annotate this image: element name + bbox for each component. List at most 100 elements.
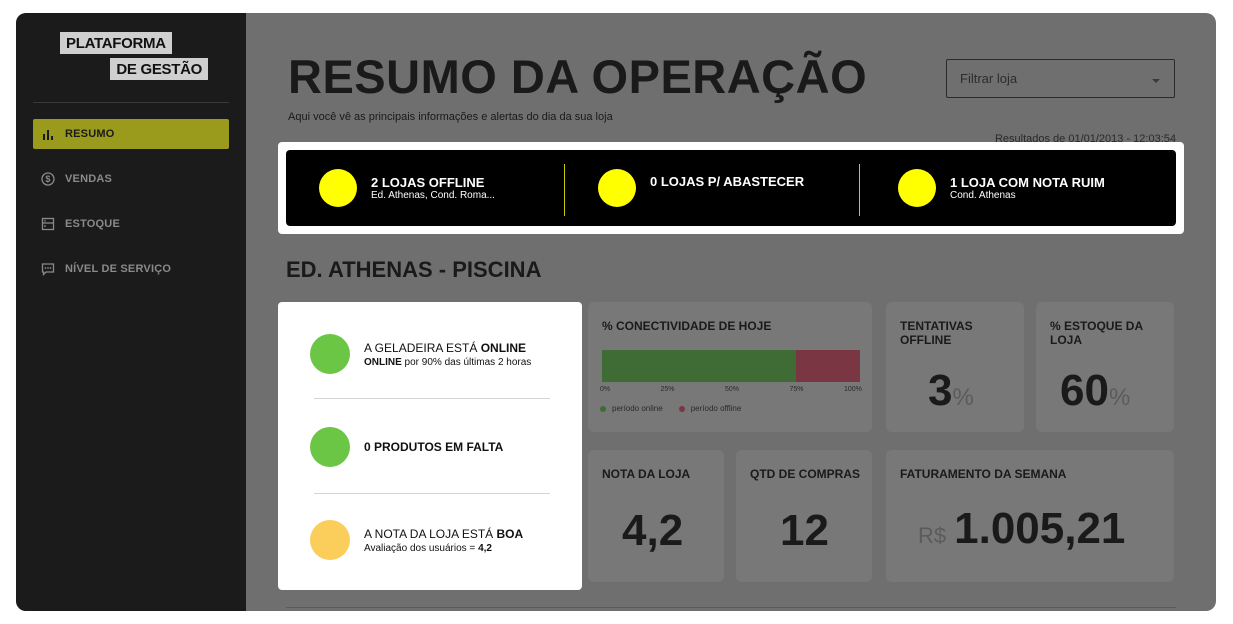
chart-tick-label: 100% (844, 386, 862, 393)
status-highlight: A GELADEIRA ESTÁ ONLINE ONLINE por 90% d… (278, 302, 582, 590)
card-label: % CONECTIVIDADE DE HOJE (602, 319, 772, 333)
page-subtitle: Aqui você vê as principais informações e… (288, 111, 613, 123)
status-products-title: 0 PRODUTOS EM FALTA (364, 440, 504, 454)
stock-value: 60 (1060, 366, 1109, 415)
logo-line-2: DE GESTÃO (110, 58, 208, 80)
chat-icon (41, 262, 55, 276)
status-fridge-sub-text: por 90% das últimas 2 horas (401, 356, 532, 368)
status-rating-sub-value: 4,2 (478, 542, 492, 554)
alert-dot-icon (598, 169, 636, 207)
alert-title: 0 LOJAS P/ ABASTECER (650, 174, 805, 189)
store-filter-placeholder: Filtrar loja (960, 71, 1018, 86)
alert-desc: Cond. Athenas (950, 190, 1016, 201)
status-ok-dot (310, 334, 350, 374)
status-products: 0 PRODUTOS EM FALTA (310, 427, 503, 467)
alert-offline-stores[interactable]: 2 LOJAS OFFLINE Ed. Athenas, Cond. Roma.… (319, 150, 495, 226)
revenue-value: 1.005,21 (954, 504, 1126, 553)
sidebar-item-label: ESTOQUE (65, 218, 120, 230)
status-fridge: A GELADEIRA ESTÁ ONLINE ONLINE por 90% d… (310, 334, 531, 374)
revenue-value-wrap: R$ 1.005,21 (918, 504, 1125, 554)
page-title: RESUMO DA OPERAÇÃO (288, 50, 868, 103)
card-stock: % ESTOQUE DA LOJA 60% (1036, 302, 1174, 432)
status-rating-prefix: A NOTA DA LOJA ESTÁ (364, 526, 497, 541)
app-window: PLATAFORMA DE GESTÃO RESUMO $ VENDAS EST… (16, 13, 1216, 611)
alert-dot-icon (319, 169, 357, 207)
bar-chart-icon (41, 127, 55, 141)
attempts-unit: % (952, 384, 974, 411)
store-name: ED. ATHENAS - PISCINA (286, 257, 542, 282)
stock-unit: % (1108, 384, 1131, 411)
chart-legend: período online período offline (600, 404, 741, 413)
sidebar-nav: RESUMO $ VENDAS ESTOQUE NÍVEL DE SERVIÇO (33, 119, 229, 299)
status-rating-sub: Avaliação dos usuários = 4,2 (364, 542, 523, 555)
card-label: NOTA DA LOJA (602, 467, 691, 481)
sidebar-item-label: VENDAS (65, 173, 113, 185)
dollar-circle-icon: $ (41, 172, 55, 186)
card-weekly-revenue: FATURAMENTO DA SEMANA R$ 1.005,21 (886, 450, 1174, 582)
bottom-divider (286, 607, 1176, 608)
chart-tick-label: 75% (789, 386, 804, 393)
status-divider (314, 398, 550, 399)
attempts-value: 3 (928, 366, 953, 415)
alert-desc: Ed. Athenas, Cond. Roma... (371, 190, 495, 201)
card-offline-attempts: TENTATIVAS OFFLINE 3% (886, 302, 1024, 432)
status-divider (314, 493, 550, 494)
status-rating-title: A NOTA DA LOJA ESTÁ BOA (364, 526, 523, 542)
logo[interactable]: PLATAFORMA DE GESTÃO (60, 32, 208, 88)
legend-offline-dot (678, 405, 685, 412)
sidebar-item-estoque[interactable]: ESTOQUE (33, 209, 229, 239)
card-label: % ESTOQUE DA LOJA (1050, 319, 1143, 347)
sidebar-item-nivel-de-servico[interactable]: NÍVEL DE SERVIÇO (33, 254, 229, 284)
card-store-rating: NOTA DA LOJA 4,2 (588, 450, 724, 582)
legend-offline-label: período offline (690, 404, 742, 413)
card-label: QTD DE COMPRAS (750, 467, 861, 481)
status-rating: A NOTA DA LOJA ESTÁ BOA Avaliação dos us… (310, 520, 523, 560)
sidebar-divider (33, 102, 229, 103)
sidebar-item-label: NÍVEL DE SERVIÇO (65, 263, 172, 275)
chart-bar-offline (795, 350, 860, 382)
rating-value: 4,2 (622, 506, 684, 555)
store-filter-select[interactable]: Filtrar loja (946, 59, 1175, 98)
status-fridge-sub: ONLINE por 90% das últimas 2 horas (364, 356, 531, 369)
card-label: FATURAMENTO DA SEMANA (900, 467, 1067, 481)
status-card: A GELADEIRA ESTÁ ONLINE ONLINE por 90% d… (286, 310, 574, 582)
status-rating-state: BOA (496, 526, 524, 541)
chart-tick-label: 0% (600, 386, 611, 393)
card-purchases: QTD DE COMPRAS 12 (736, 450, 872, 582)
fridge-icon (41, 217, 55, 231)
revenue-currency: R$ (918, 523, 947, 548)
status-ok-dot (310, 427, 350, 467)
alerts-highlight: 2 LOJAS OFFLINE Ed. Athenas, Cond. Roma.… (278, 142, 1184, 234)
sidebar-item-resumo[interactable]: RESUMO (33, 119, 229, 149)
sidebar-item-label: RESUMO (65, 128, 115, 140)
chart-tick-label: 25% (660, 386, 675, 393)
alert-restock[interactable]: 0 LOJAS P/ ABASTECER (598, 150, 804, 226)
alert-title: 2 LOJAS OFFLINE (371, 175, 485, 190)
status-rating-sub-text: Avaliação dos usuários = (364, 542, 479, 554)
logo-line-1: PLATAFORMA (60, 32, 172, 54)
alerts-bar: 2 LOJAS OFFLINE Ed. Athenas, Cond. Roma.… (286, 150, 1176, 226)
main-content: RESUMO DA OPERAÇÃO Aqui você vê as princ… (246, 13, 1216, 611)
status-fridge-title: A GELADEIRA ESTÁ ONLINE (364, 340, 531, 356)
attempts-value-wrap: 3% (928, 366, 974, 416)
status-warn-dot (310, 520, 350, 560)
card-connectivity: % CONECTIVIDADE DE HOJE 0% 25% 50% 75% 100% … (588, 302, 872, 432)
status-fridge-state: ONLINE (480, 340, 527, 355)
alert-separator (564, 164, 565, 216)
chart-bar-online (602, 350, 796, 382)
status-fridge-sub-bold: ONLINE (364, 356, 402, 368)
stock-value-wrap: 60% (1060, 366, 1130, 416)
alert-dot-icon (898, 169, 936, 207)
svg-text:$: $ (45, 174, 50, 184)
chart-tick-label: 50% (725, 386, 740, 393)
sidebar-item-vendas[interactable]: $ VENDAS (33, 164, 229, 194)
legend-online-dot (600, 405, 606, 412)
alert-title: 1 LOJA COM NOTA RUIM (950, 175, 1105, 190)
sidebar: PLATAFORMA DE GESTÃO RESUMO $ VENDAS EST… (16, 13, 246, 611)
chevron-down-icon (1152, 78, 1160, 83)
legend-online-label: período online (612, 404, 663, 413)
alert-bad-rating[interactable]: 1 LOJA COM NOTA RUIM Cond. Athenas (898, 150, 1105, 226)
alert-separator (859, 164, 860, 216)
status-fridge-prefix: A GELADEIRA ESTÁ (364, 340, 481, 355)
connectivity-chart: 0% 25% 50% 75% 100% (600, 350, 862, 393)
